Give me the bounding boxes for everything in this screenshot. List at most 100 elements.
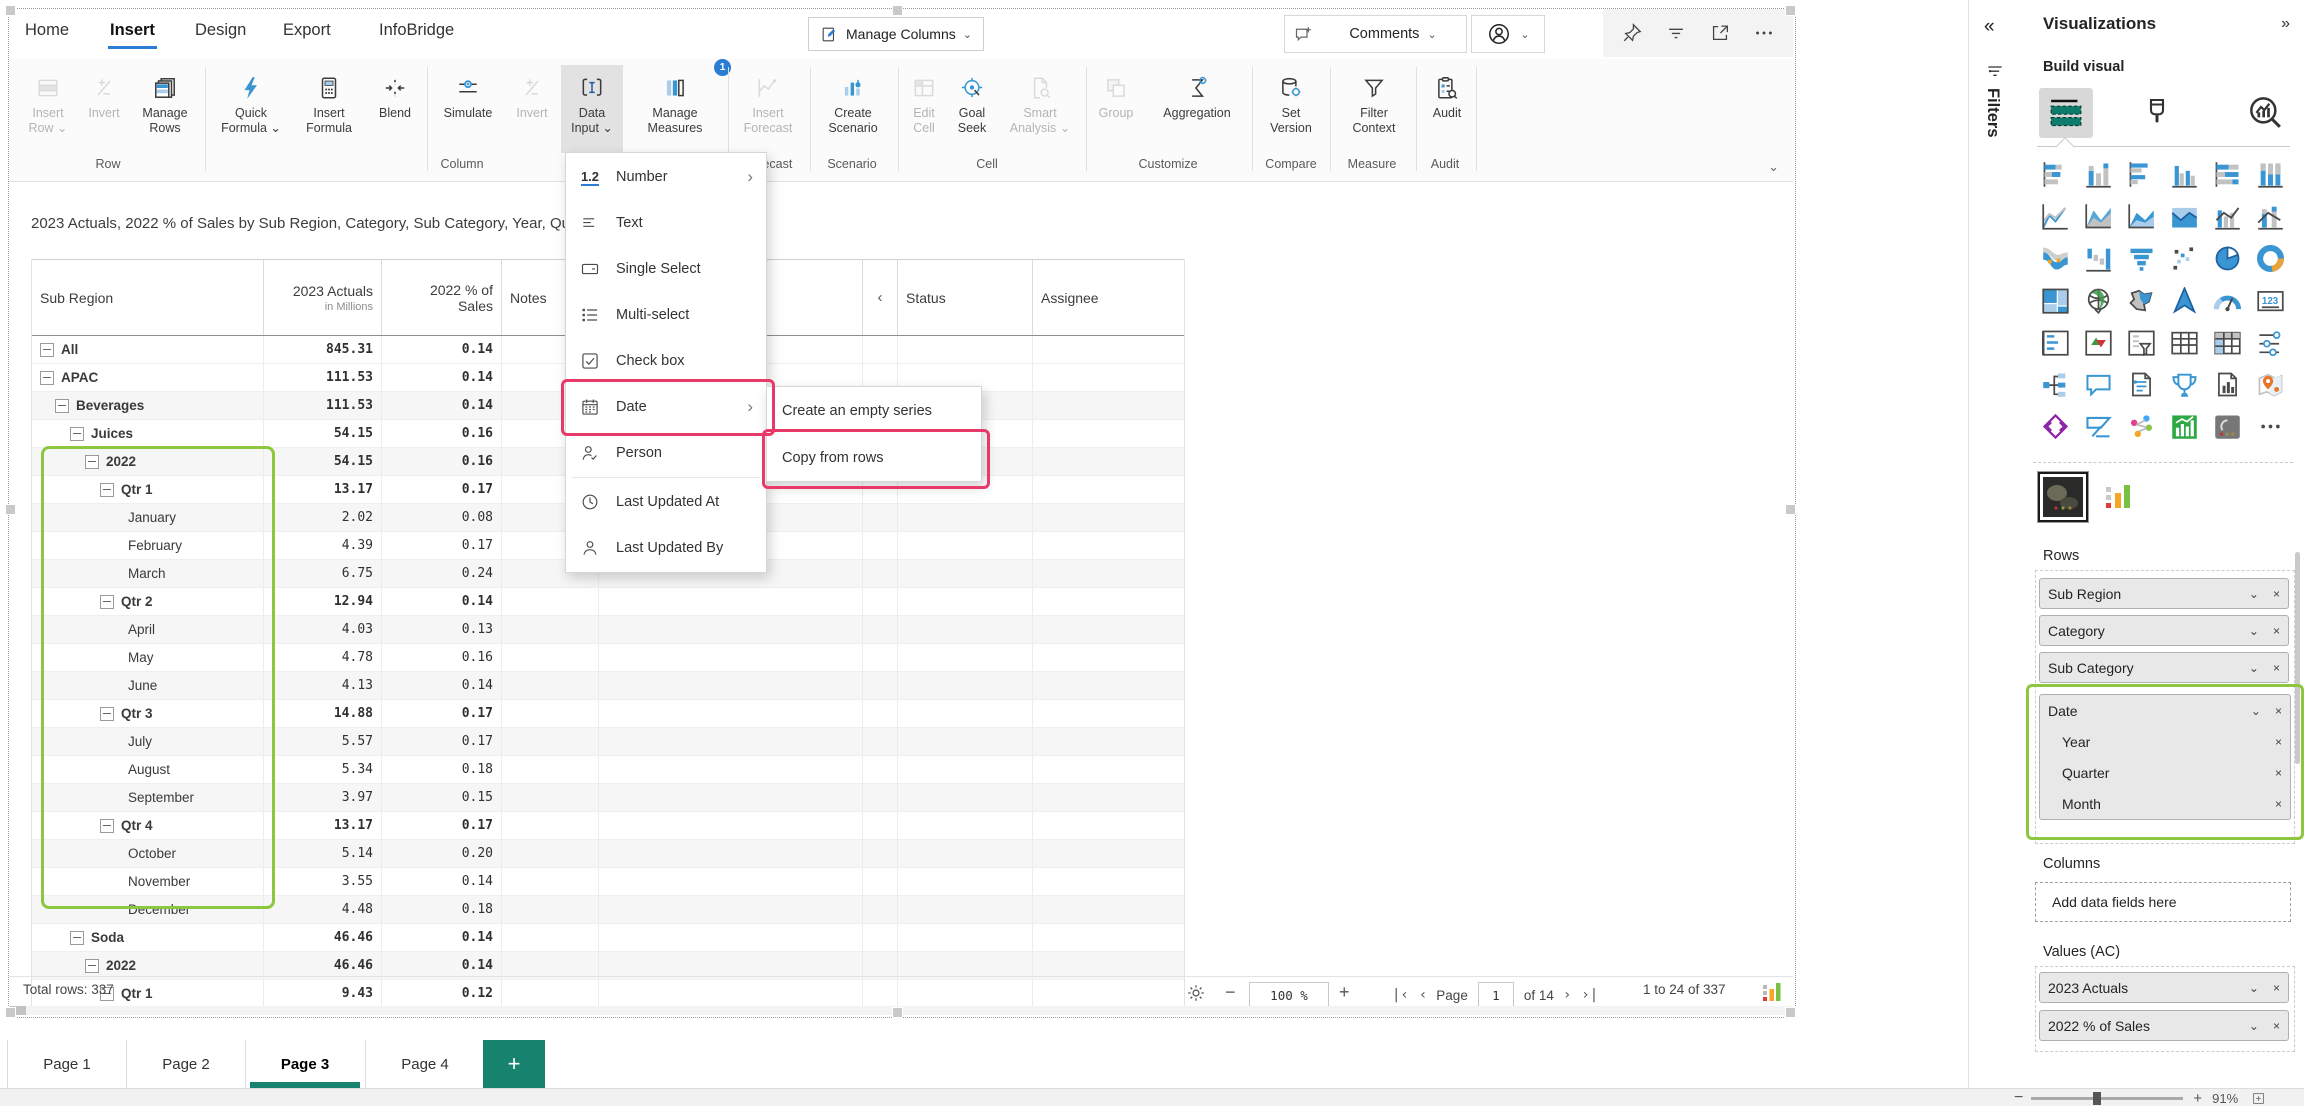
collapse-row-icon[interactable]: [85, 455, 99, 469]
visual-type-arcgis-map[interactable]: [2251, 368, 2289, 400]
collapse-row-icon[interactable]: [40, 371, 54, 385]
table-row-november[interactable]: November3.550.14: [32, 868, 1184, 896]
menu-item-text[interactable]: Text: [566, 200, 766, 246]
status-cell[interactable]: [898, 672, 1033, 699]
visual-type-line-chart[interactable]: [2036, 200, 2074, 232]
field-options-chevron-icon[interactable]: ⌄: [2249, 1019, 2259, 1033]
status-cell[interactable]: [898, 840, 1033, 867]
collapse-pane-icon[interactable]: »: [2281, 15, 2290, 33]
page-input[interactable]: 1: [1478, 982, 1514, 1008]
remove-field-icon[interactable]: ×: [2275, 766, 2282, 780]
last-page-icon[interactable]: ›|: [1581, 987, 1598, 1003]
visual-type-donut-chart[interactable]: [2251, 242, 2289, 274]
status-cell[interactable]: [898, 728, 1033, 755]
table-row-may[interactable]: May4.780.16: [32, 644, 1184, 672]
collapse-row-icon[interactable]: [70, 931, 84, 945]
table-row-june[interactable]: June4.130.14: [32, 672, 1184, 700]
format-visual-mode-button[interactable]: [2139, 94, 2175, 130]
visual-type-azure-map[interactable]: [2165, 284, 2203, 316]
field-pill-quarter[interactable]: Quarter×: [2040, 757, 2290, 788]
assignee-cell[interactable]: [1033, 924, 1184, 951]
expand-filters-icon[interactable]: «: [1984, 16, 1995, 38]
pct-of-sales-cell[interactable]: 0.14: [382, 392, 502, 419]
notes-cell[interactable]: [502, 616, 599, 643]
resize-handle[interactable]: [1785, 504, 1796, 515]
visual-type-stacked-column-chart[interactable]: [2079, 158, 2117, 190]
field-options-chevron-icon[interactable]: ⌄: [2249, 981, 2259, 995]
remove-field-icon[interactable]: ×: [2275, 797, 2282, 811]
ribbon-button-manage-rows[interactable]: ManageRows: [127, 65, 203, 153]
column-header-status[interactable]: Status: [898, 260, 1033, 335]
ribbon-button-audit[interactable]: Audit: [1422, 65, 1472, 153]
manage-columns-button[interactable]: Manage Columns ⌄: [808, 17, 984, 51]
value-pill-2023-actuals[interactable]: 2023 Actuals⌄×: [2039, 972, 2289, 1003]
actuals-cell[interactable]: 14.88: [264, 700, 382, 727]
resize-handle[interactable]: [1785, 1007, 1796, 1018]
field-options-chevron-icon[interactable]: ⌄: [2249, 661, 2259, 675]
table-row-qtr-4[interactable]: Qtr 413.170.17: [32, 812, 1184, 840]
actuals-cell[interactable]: 4.13: [264, 672, 382, 699]
assignee-cell[interactable]: [1033, 392, 1184, 419]
visual-type-matrix-visual[interactable]: [2208, 326, 2246, 358]
status-cell[interactable]: [898, 868, 1033, 895]
page-tab-1[interactable]: Page 1: [7, 1040, 126, 1088]
ribbon-button-quick-formula[interactable]: QuickFormula ⌄: [213, 65, 289, 153]
resize-handle[interactable]: [892, 5, 903, 16]
table-row-soda[interactable]: Soda46.460.14: [32, 924, 1184, 952]
status-cell[interactable]: [898, 896, 1033, 923]
visual-type-paginated-report[interactable]: [2208, 368, 2246, 400]
actuals-cell[interactable]: 46.46: [264, 924, 382, 951]
pct-of-sales-cell[interactable]: 0.16: [382, 644, 502, 671]
page-tab-4[interactable]: Page 4: [365, 1040, 484, 1088]
status-cell[interactable]: [898, 588, 1033, 615]
visual-type-gauge[interactable]: [2208, 284, 2246, 316]
ribbon-collapse-icon[interactable]: ⌄: [1768, 159, 1779, 175]
resize-handle[interactable]: [892, 1007, 903, 1018]
visual-type-filled-area-chart[interactable]: [2165, 200, 2203, 232]
visual-type-kpi[interactable]: [2079, 326, 2117, 358]
assignee-cell[interactable]: [1033, 784, 1184, 811]
more-options-icon[interactable]: [1749, 18, 1779, 48]
pct-of-sales-cell[interactable]: 0.13: [382, 616, 502, 643]
visual-type-funnel-chart[interactable]: [2122, 242, 2160, 274]
visual-type-table-visual[interactable]: [2165, 326, 2203, 358]
visual-type-clustered-column-chart[interactable]: [2165, 158, 2203, 190]
pct-of-sales-cell[interactable]: 0.17: [382, 812, 502, 839]
assignee-cell[interactable]: [1033, 840, 1184, 867]
build-visual-mode-button[interactable]: [2039, 88, 2093, 138]
status-cell[interactable]: [898, 952, 1033, 979]
ribbon-button-manage-measures[interactable]: 1ManageMeasures: [627, 65, 723, 153]
actuals-cell[interactable]: 4.03: [264, 616, 382, 643]
pct-of-sales-cell[interactable]: 0.20: [382, 840, 502, 867]
column-header-sub-region[interactable]: Sub Region: [32, 260, 264, 335]
actuals-cell[interactable]: 13.17: [264, 476, 382, 503]
field-pill-year[interactable]: Year×: [2040, 726, 2290, 757]
fit-to-page-icon[interactable]: [2252, 1092, 2265, 1105]
filter-lines-icon[interactable]: [1661, 18, 1691, 48]
zoom-level-box[interactable]: 100 %: [1249, 982, 1329, 1008]
remove-field-icon[interactable]: ×: [2275, 735, 2282, 749]
menu-item-person[interactable]: Person: [566, 430, 766, 476]
field-options-chevron-icon[interactable]: ⌄: [2249, 587, 2259, 601]
filters-pane-title[interactable]: Filters: [1983, 88, 2002, 138]
status-cell[interactable]: [898, 644, 1033, 671]
pct-of-sales-cell[interactable]: 0.08: [382, 504, 502, 531]
remove-field-icon[interactable]: ×: [2275, 704, 2282, 718]
visual-type-pie-chart[interactable]: [2208, 242, 2246, 274]
pct-of-sales-cell[interactable]: 0.14: [382, 588, 502, 615]
remove-field-icon[interactable]: ×: [2273, 587, 2280, 601]
field-pill-date[interactable]: Date⌄×: [2040, 695, 2290, 726]
comments-button[interactable]: Comments ⌄: [1320, 15, 1467, 53]
assignee-cell[interactable]: [1033, 756, 1184, 783]
visual-type-ribbon-chart[interactable]: [2036, 242, 2074, 274]
visual-type-stacked-bar-chart[interactable]: [2036, 158, 2074, 190]
actuals-cell[interactable]: 6.75: [264, 560, 382, 587]
resize-handle[interactable]: [1785, 5, 1796, 16]
visual-type-qa-visual[interactable]: [2079, 368, 2117, 400]
actuals-cell[interactable]: 2.02: [264, 504, 382, 531]
resize-handle[interactable]: [5, 5, 16, 16]
ribbon-tab-export[interactable]: Export: [283, 21, 331, 40]
columns-well-placeholder[interactable]: Add data fields here: [2035, 882, 2291, 922]
pct-of-sales-cell[interactable]: 0.14: [382, 924, 502, 951]
pct-of-sales-cell[interactable]: 0.17: [382, 700, 502, 727]
